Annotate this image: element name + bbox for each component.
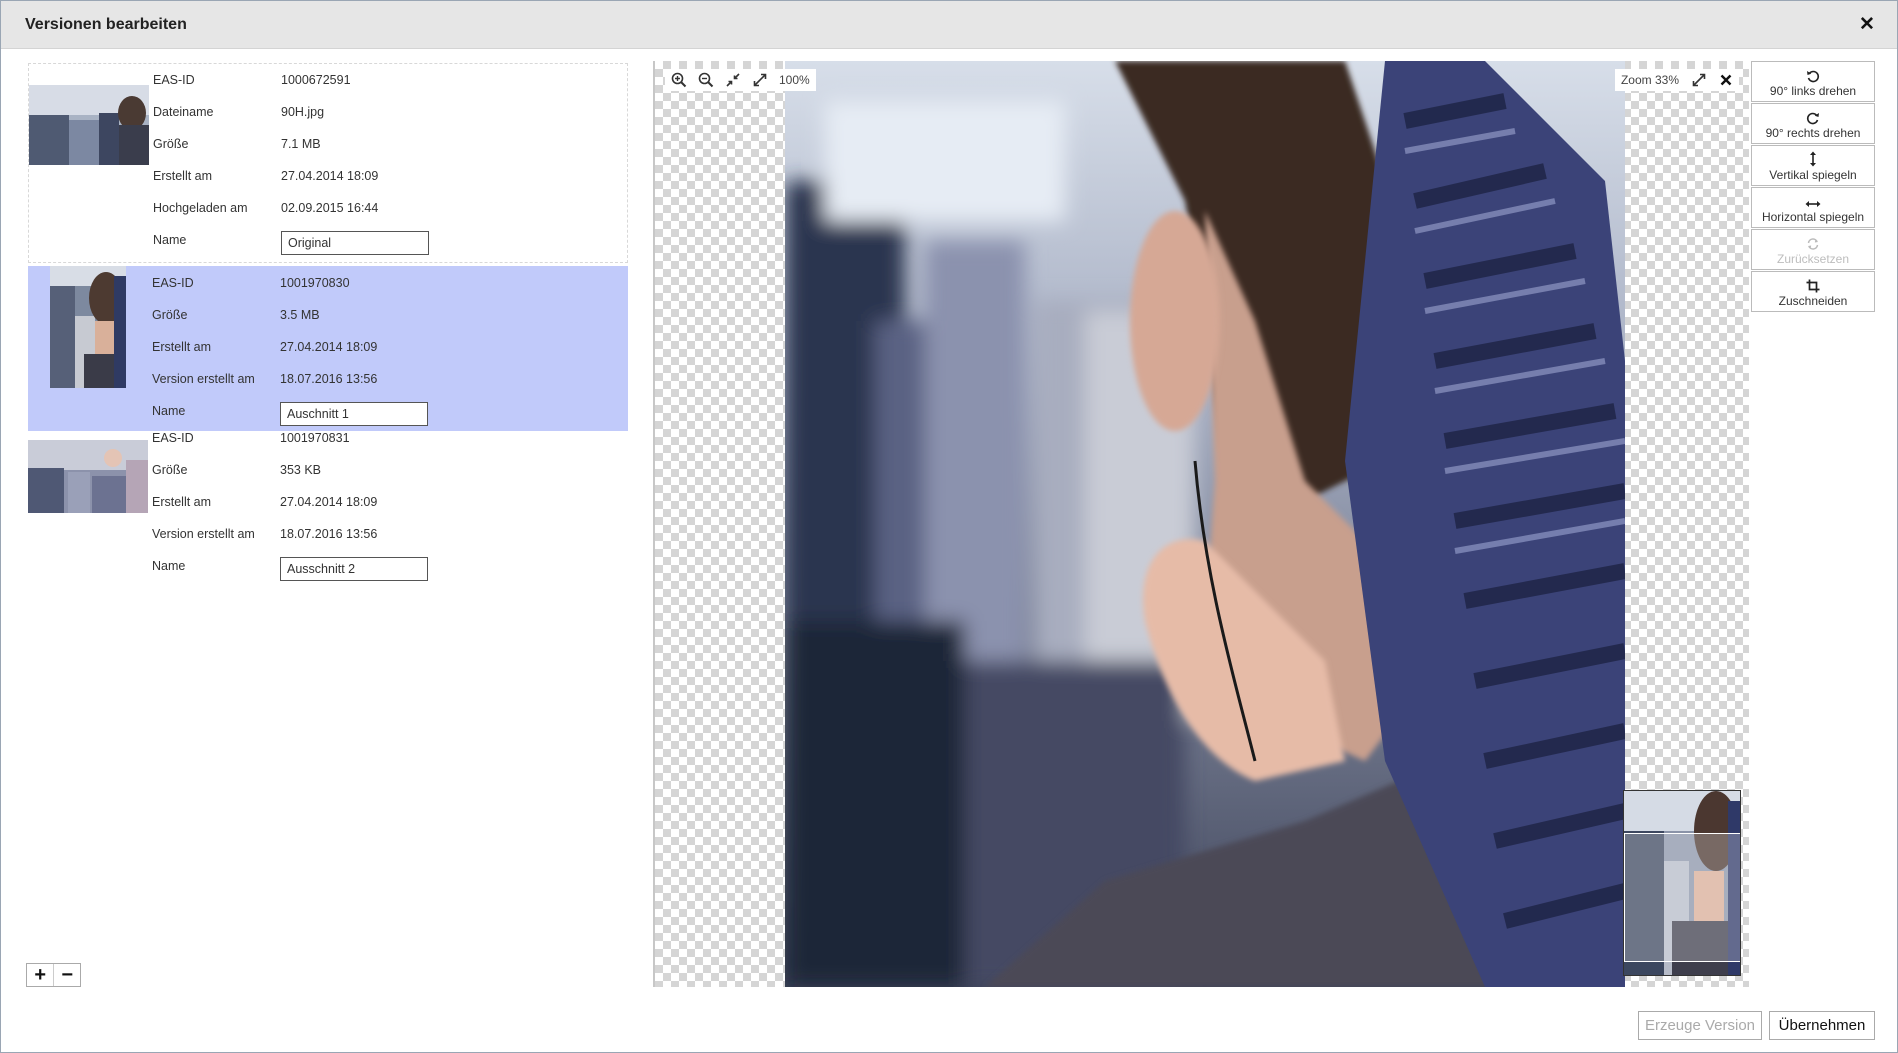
field-label: Erstellt am <box>153 169 213 183</box>
version-name-input[interactable] <box>281 231 429 255</box>
navigator-preview[interactable] <box>1623 790 1741 976</box>
tool-label: Vertikal spiegeln <box>1769 168 1857 182</box>
field-value: 18.07.2016 13:56 <box>280 527 378 541</box>
crop-button[interactable]: Zuschneiden <box>1751 271 1875 312</box>
field-value: 1000672591 <box>281 73 351 87</box>
zoom-status-toolbar: Zoom 33% <box>1614 69 1739 91</box>
field-label: Größe <box>152 308 188 322</box>
field-label: Erstellt am <box>152 495 212 509</box>
field-value: 27.04.2014 18:09 <box>281 169 379 183</box>
close-icon[interactable]: ✕ <box>1857 15 1877 35</box>
zoom-percent: 100% <box>779 73 810 87</box>
tool-label: Zuschneiden <box>1778 294 1848 308</box>
field-value: 02.09.2015 16:44 <box>281 201 379 215</box>
field-value: 18.07.2016 13:56 <box>280 372 378 386</box>
zoom-toolbar: 100% <box>665 69 816 91</box>
field-label: Version erstellt am <box>152 372 255 386</box>
flip-vertical-button[interactable]: Vertikal spiegeln <box>1751 145 1875 186</box>
zoom-level: Zoom 33% <box>1620 73 1679 87</box>
list-controls: + − <box>26 963 81 987</box>
add-version-button[interactable]: + <box>27 964 53 986</box>
version-name-input[interactable] <box>280 557 428 581</box>
fullscreen-icon[interactable] <box>1685 69 1712 91</box>
rotate-left-button[interactable]: 90° links drehen <box>1751 61 1875 102</box>
flip-horizontal-button[interactable]: Horizontal spiegeln <box>1751 187 1875 228</box>
version-thumbnail <box>28 440 148 513</box>
close-editor-icon[interactable] <box>1712 69 1739 91</box>
rotate-right-button[interactable]: 90° rechts drehen <box>1751 103 1875 144</box>
title-bar: Versionen bearbeiten ✕ <box>1 1 1897 49</box>
flip-horizontal-icon <box>1805 201 1821 207</box>
field-label: Dateiname <box>153 105 214 119</box>
version-list: EAS-ID 1000672591 Dateiname 90H.jpg Größ… <box>28 63 628 983</box>
name-label: Name <box>153 233 187 247</box>
editor-image <box>785 61 1627 987</box>
dialog-window: Versionen bearbeiten ✕ EAS-ID 1000672591… <box>0 0 1898 1053</box>
field-value: 3.5 MB <box>280 308 320 322</box>
version-item[interactable]: EAS-ID 1001970831 Größe 353 KB Erstellt … <box>28 431 628 599</box>
expand-icon[interactable] <box>746 69 773 91</box>
field-label: Hochgeladen am <box>153 201 248 215</box>
tool-label: Zurücksetzen <box>1776 252 1850 266</box>
create-version-button[interactable]: Erzeuge Version <box>1638 1011 1762 1040</box>
shrink-icon[interactable] <box>719 69 746 91</box>
field-value: 7.1 MB <box>281 137 321 151</box>
image-editor-canvas[interactable]: 100% Zoom 33% <box>653 61 1749 987</box>
name-label: Name <box>152 559 186 573</box>
zoom-out-icon[interactable] <box>692 69 719 91</box>
field-label: Erstellt am <box>152 340 212 354</box>
remove-version-button[interactable]: − <box>53 964 80 986</box>
name-label: Name <box>152 404 186 418</box>
version-name-input[interactable] <box>280 402 428 426</box>
reset-icon <box>1807 238 1819 250</box>
tool-label: 90° rechts drehen <box>1765 126 1861 140</box>
field-label: Größe <box>152 463 188 477</box>
crop-icon <box>1806 279 1820 293</box>
field-label: EAS-ID <box>152 431 194 445</box>
tool-label: 90° links drehen <box>1769 84 1857 98</box>
field-value: 27.04.2014 18:09 <box>280 340 378 354</box>
dialog-title: Versionen bearbeiten <box>25 16 187 33</box>
field-label: Größe <box>153 137 189 151</box>
field-value: 90H.jpg <box>281 105 325 119</box>
field-value: 353 KB <box>280 463 322 477</box>
tool-label: Horizontal spiegeln <box>1761 210 1865 224</box>
version-thumbnail <box>29 85 149 165</box>
reset-button[interactable]: Zurücksetzen <box>1751 229 1875 270</box>
field-label: EAS-ID <box>153 73 195 87</box>
rotate-left-icon <box>1807 70 1820 83</box>
version-thumbnail <box>50 266 126 388</box>
field-value: 1001970831 <box>280 431 350 445</box>
version-item-original[interactable]: EAS-ID 1000672591 Dateiname 90H.jpg Größ… <box>28 63 628 263</box>
apply-button[interactable]: Übernehmen <box>1769 1011 1875 1040</box>
rotate-right-icon <box>1806 112 1819 125</box>
transform-toolbar: 90° links drehen 90° rechts drehen Verti… <box>1751 61 1875 313</box>
zoom-in-icon[interactable] <box>665 69 692 91</box>
field-label: EAS-ID <box>152 276 194 290</box>
version-item-selected[interactable]: EAS-ID 1001970830 Größe 3.5 MB Erstellt … <box>28 266 628 431</box>
field-label: Version erstellt am <box>152 527 255 541</box>
flip-vertical-icon <box>1810 151 1816 167</box>
field-value: 1001970830 <box>280 276 350 290</box>
field-value: 27.04.2014 18:09 <box>280 495 378 509</box>
